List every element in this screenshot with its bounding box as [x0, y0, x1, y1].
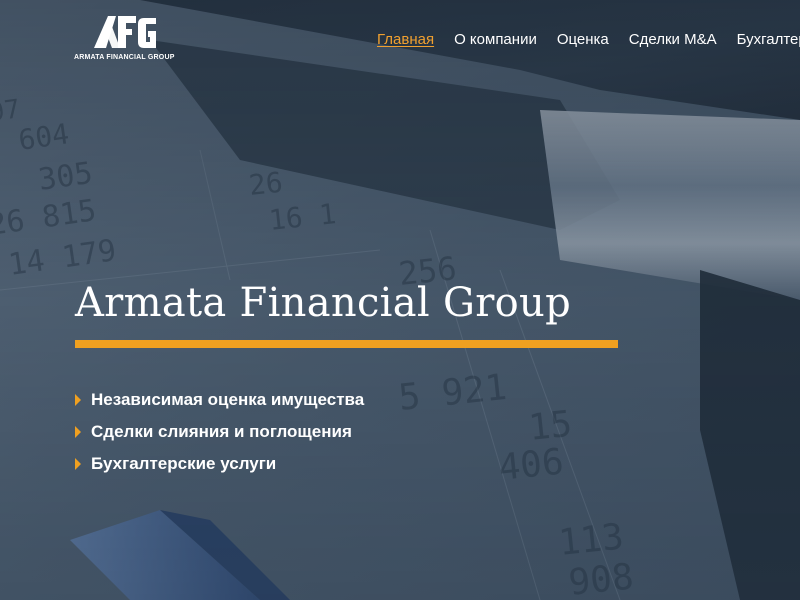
service-label: Сделки слияния и поглощения — [91, 422, 352, 441]
nav-item-ma-deals[interactable]: Сделки M&A — [629, 31, 717, 48]
hero-title: Armata Financial Group — [75, 280, 572, 326]
service-item: Независимая оценка имущества — [75, 387, 364, 419]
bullet-arrow-icon — [75, 426, 81, 438]
bullet-arrow-icon — [75, 394, 81, 406]
nav-item-accounting[interactable]: Бухгалтер — [737, 31, 800, 48]
service-item: Бухгалтерские услуги — [75, 451, 364, 483]
service-label: Бухгалтерские услуги — [91, 454, 277, 473]
service-item: Сделки слияния и поглощения — [75, 419, 364, 451]
logo-subtitle: ARMATA FINANCIAL GROUP — [74, 54, 175, 61]
nav-item-about[interactable]: О компании — [454, 31, 537, 48]
site-header: ARMATA FINANCIAL GROUP Главная О компании… — [0, 0, 800, 80]
main-nav: Главная О компании Оценка Сделки M&A Бухгалт… — [377, 31, 800, 49]
services-list: Независимая оценка имущества Сделки слия… — [75, 387, 364, 483]
nav-item-valuation[interactable]: Оценка — [557, 31, 609, 48]
site-logo[interactable]: ARMATA FINANCIAL GROUP — [74, 14, 184, 66]
bullet-arrow-icon — [75, 458, 81, 470]
hero-accent-rule — [75, 340, 618, 348]
service-label: Независимая оценка имущества — [91, 390, 365, 409]
afg-logo-icon — [94, 16, 156, 48]
nav-item-home[interactable]: Главная — [377, 31, 434, 48]
